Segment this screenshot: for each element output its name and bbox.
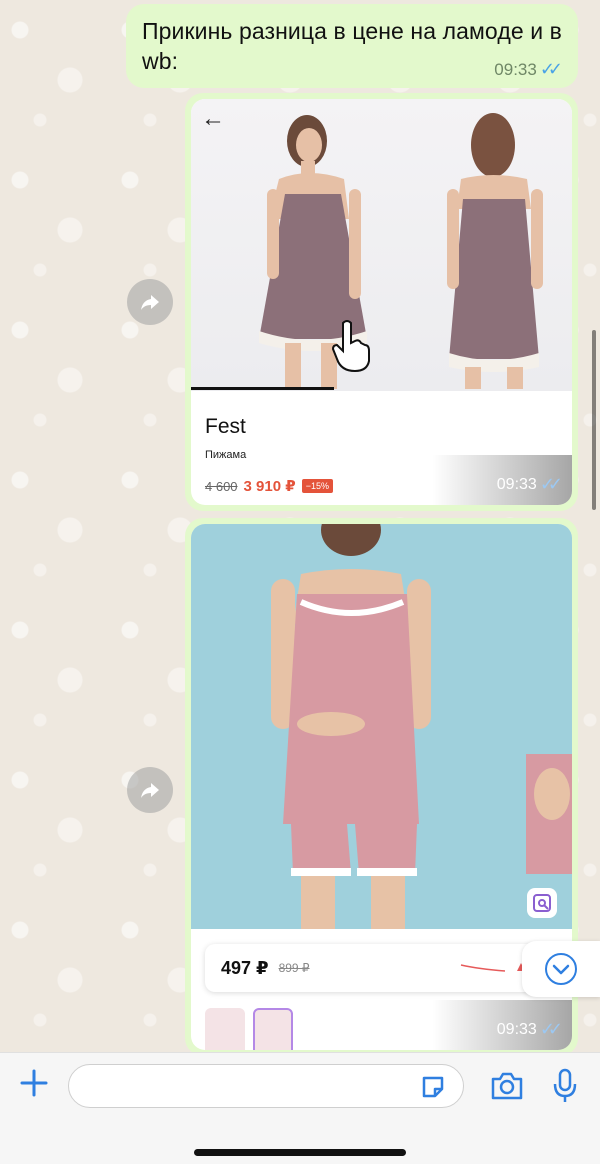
forward-icon	[141, 783, 159, 798]
product-photo-front-back: ←	[191, 99, 572, 391]
scroll-to-bottom-button[interactable]	[522, 941, 600, 997]
outgoing-text-message[interactable]: Прикинь разница в цене на ламоде и в wb:…	[126, 4, 578, 88]
image-message-lamoda[interactable]: ← Fest Пижама 4 600 3 910 ₽ −15% 09:33 ✓…	[185, 93, 578, 511]
product-photo	[191, 524, 572, 929]
visual-search-icon	[527, 888, 557, 918]
discount-badge: −15%	[301, 479, 333, 493]
mic-icon	[553, 1068, 577, 1102]
model-image	[271, 524, 431, 929]
price-card: 497 ₽ 899 ₽	[205, 944, 545, 992]
new-price: 3 910 ₽	[243, 478, 296, 495]
read-check-icon: ✓✓	[539, 59, 563, 79]
wb-old-price: 899 ₽	[278, 961, 310, 975]
thumbnail-active[interactable]	[253, 1008, 293, 1050]
message-meta: 09:33 ✓✓	[496, 474, 563, 495]
thumbnail[interactable]	[205, 1008, 245, 1050]
microphone-button[interactable]	[552, 1068, 578, 1109]
hand-pointer-icon	[331, 320, 370, 373]
chevron-down-icon	[545, 953, 577, 985]
forward-button[interactable]	[127, 767, 173, 813]
message-time: 09:33	[496, 475, 537, 493]
thumbnail-strip	[205, 1008, 293, 1050]
sticker-button[interactable]	[419, 1073, 447, 1106]
image-message-wb[interactable]: 497 ₽ 899 ₽ 09:33 ✓✓	[185, 518, 578, 1052]
forward-button[interactable]	[127, 279, 173, 325]
message-time: 09:33	[494, 59, 537, 79]
product-category: Пижама	[205, 449, 247, 461]
back-arrow-icon: ←	[201, 105, 225, 132]
wb-price: 497 ₽	[221, 957, 269, 978]
camera-button[interactable]	[490, 1071, 524, 1106]
price-row: 4 600 3 910 ₽ −15%	[205, 477, 333, 495]
home-indicator	[194, 1149, 406, 1156]
gallery-progress-bar	[191, 387, 334, 390]
scroll-indicator	[592, 330, 596, 510]
forward-icon	[141, 295, 159, 310]
message-meta: 09:33 ✓✓	[496, 1019, 563, 1040]
message-input[interactable]	[68, 1064, 464, 1108]
read-check-icon: ✓✓	[539, 474, 563, 494]
lamoda-screenshot: ← Fest Пижама 4 600 3 910 ₽ −15% 09:33 ✓…	[191, 99, 572, 505]
model-next-image	[526, 754, 572, 874]
sticker-icon	[422, 1076, 444, 1098]
attach-button[interactable]	[18, 1067, 50, 1104]
camera-icon	[491, 1072, 523, 1100]
product-brand: Fest	[205, 415, 246, 438]
message-meta: 09:33 ✓✓	[494, 59, 563, 80]
plus-icon	[20, 1069, 48, 1097]
model-back-image	[447, 113, 543, 389]
message-input-bar	[0, 1052, 600, 1164]
old-price: 4 600	[205, 478, 238, 494]
wb-screenshot: 497 ₽ 899 ₽ 09:33 ✓✓	[191, 524, 572, 1050]
read-check-icon: ✓✓	[539, 1019, 563, 1039]
message-time: 09:33	[496, 1020, 537, 1038]
chat-background: Прикинь разница в цене на ламоде и в wb:…	[0, 0, 600, 1052]
